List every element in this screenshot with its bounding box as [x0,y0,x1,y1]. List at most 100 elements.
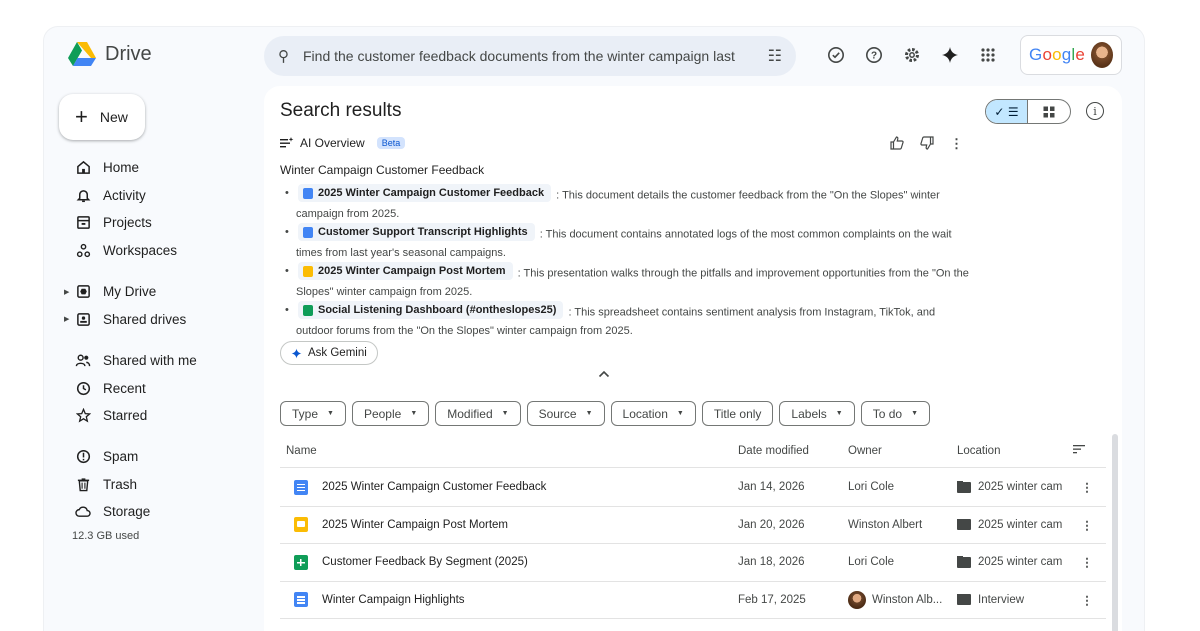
list-icon: ☰ [1007,104,1019,119]
owner-name: Lori Cole [848,481,895,494]
workspaces-icon [74,241,92,259]
sidebar-group-main: Home Activity Projects Workspaces [64,154,254,264]
search-bar[interactable]: ⚲ Find the customer feedback documents f… [264,36,796,76]
sort-icon[interactable] [1073,444,1097,457]
expand-arrow-icon[interactable]: ▶ [64,288,69,296]
table-row[interactable]: 2025 Winter Campaign Customer Feedback J… [280,469,1106,507]
file-name[interactable]: Winter Campaign Highlights [322,594,465,606]
grid-view-button[interactable] [1028,100,1070,123]
shared-drives-icon [74,310,92,328]
file-chip[interactable]: 2025 Winter Campaign Customer Feedback [298,184,552,202]
row-more-icon[interactable]: ⋮ [1077,480,1097,494]
avatar[interactable] [1091,42,1113,68]
ai-feedback-actions: ⋮ [890,136,963,153]
filter-location[interactable]: Location ▼ [610,401,696,426]
sidebar-item-label: Starred [103,408,148,424]
dropdown-arrow-icon: ▼ [327,410,334,417]
sidebar-item-shared-drives[interactable]: ▶ Shared drives [64,306,254,334]
location-name[interactable]: Interview [978,594,1024,606]
view-toggle[interactable]: ✓ ☰ [985,99,1071,124]
sidebar-item-projects[interactable]: Projects [64,209,254,237]
sidebar-item-spam[interactable]: Spam [64,443,254,471]
collapse-chevron-icon[interactable] [598,367,610,381]
column-location[interactable]: Location [957,445,1073,457]
file-name[interactable]: 2025 Winter Campaign Customer Feedback [322,481,546,493]
filter-to-do[interactable]: To do ▼ [860,401,931,426]
ai-search-icon[interactable]: ⚲ [278,47,289,65]
sidebar-item-shared-with-me[interactable]: Shared with me [64,347,254,375]
table-row[interactable]: Winter Campaign Highlights Feb 17, 2025 … [280,582,1106,619]
file-name[interactable]: 2025 Winter Campaign Post Mortem [322,519,508,531]
search-input[interactable]: Find the customer feedback documents fro… [303,48,768,64]
location-name[interactable]: 2025 winter cam [978,481,1062,493]
storage-used-text: 12.3 GB used [72,529,140,542]
table-row[interactable]: 2025 Winter Campaign Post Mortem Jan 20,… [280,507,1106,544]
file-name[interactable]: Customer Feedback By Segment (2025) [322,556,528,568]
file-chip[interactable]: Social Listening Dashboard (#ontheslopes… [298,301,564,319]
filter-title-only[interactable]: Title only [701,401,774,426]
scrollbar[interactable] [1112,434,1118,631]
ask-gemini-button[interactable]: Ask Gemini [280,341,378,365]
date-modified: Feb 17, 2025 [738,593,806,606]
ai-overview-item: • Social Listening Dashboard (#ontheslop… [280,301,970,340]
file-chip[interactable]: 2025 Winter Campaign Post Mortem [298,262,513,280]
apps-grid-icon[interactable] [976,43,1000,67]
grid-icon [1043,106,1055,117]
sidebar-item-home[interactable]: Home [64,154,254,182]
sidebar-item-starred[interactable]: Starred [64,402,254,430]
gemini-sparkle-icon [291,348,302,358]
dropdown-arrow-icon: ▼ [911,410,919,417]
filter-type[interactable]: Type ▼ [280,401,346,426]
date-modified: Jan 14, 2026 [738,481,805,494]
owner-avatar [848,590,866,609]
sidebar-item-label: My Drive [103,284,157,300]
thumbs-down-icon[interactable] [920,136,934,153]
location-name[interactable]: 2025 winter cam [978,556,1062,568]
help-icon[interactable]: ? [862,43,886,67]
column-owner[interactable]: Owner [848,445,957,457]
info-icon[interactable]: i [1086,102,1104,120]
more-options-icon[interactable]: ⋮ [950,136,963,153]
sidebar-item-label: Shared with me [103,353,197,369]
docs-icon [294,592,308,608]
filter-source[interactable]: Source ▼ [526,401,605,426]
list-view-button[interactable]: ✓ ☰ [986,100,1029,123]
column-date-modified[interactable]: Date modified [738,445,848,457]
docs-icon [303,187,313,199]
column-name[interactable]: Name [280,445,738,457]
row-more-icon[interactable]: ⋮ [1077,593,1097,607]
filter-labels[interactable]: Labels ▼ [779,401,855,426]
drive-logo[interactable]: Drive [68,41,152,67]
file-chip[interactable]: Customer Support Transcript Highlights [298,223,535,241]
new-button[interactable]: + New [59,94,145,140]
account-switcher[interactable]: Google [1020,35,1122,75]
row-more-icon[interactable]: ⋮ [1077,518,1097,532]
sidebar-item-my-drive[interactable]: ▶ My Drive [64,278,254,306]
dropdown-arrow-icon: ▼ [835,410,843,417]
gemini-icon[interactable] [938,43,962,67]
expand-arrow-icon[interactable]: ▶ [64,315,69,323]
search-options-icon[interactable]: ☷ [768,46,782,66]
sidebar-item-trash[interactable]: Trash [64,471,254,499]
filter-people[interactable]: People ▼ [351,401,430,426]
ai-overview-item: • Customer Support Transcript Highlights… [280,223,970,262]
bell-icon [74,186,92,204]
ai-overview-label: AI Overview [300,136,365,150]
settings-gear-icon[interactable] [900,43,924,67]
sidebar-group-drives: ▶ My Drive ▶ Shared drives [64,278,254,333]
sidebar-item-storage[interactable]: Storage [64,498,254,526]
sidebar-item-label: Shared drives [103,311,187,327]
location-name[interactable]: 2025 winter cam [978,519,1062,531]
row-more-icon[interactable]: ⋮ [1077,555,1097,569]
sidebar-item-recent[interactable]: Recent [64,375,254,403]
thumbs-up-icon[interactable] [890,136,904,153]
sidebar-item-label: Workspaces [103,242,178,258]
slides-icon [294,517,308,533]
sidebar-item-activity[interactable]: Activity [64,182,254,210]
offline-status-icon[interactable] [824,43,848,67]
table-row[interactable]: Customer Feedback By Segment (2025) Jan … [280,544,1106,582]
filter-modified[interactable]: Modified ▼ [435,401,521,426]
beta-badge: Beta [376,137,406,149]
sidebar-item-workspaces[interactable]: Workspaces [64,237,254,265]
owner-name: Lori Cole [848,556,895,569]
